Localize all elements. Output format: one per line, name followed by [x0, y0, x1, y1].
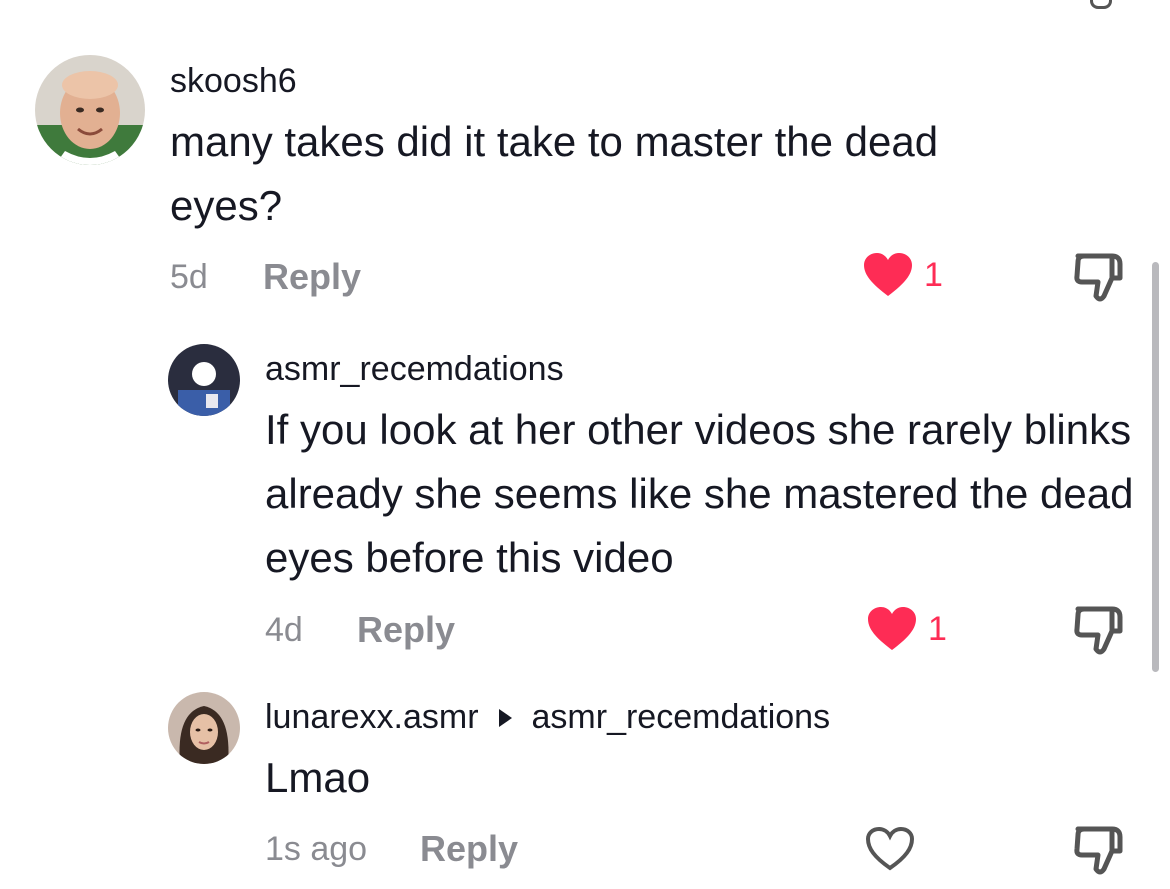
scrollbar[interactable] — [1152, 262, 1159, 672]
like-button[interactable]: 1 — [866, 606, 947, 652]
comment-text: Lmao — [265, 754, 371, 801]
comment-text: If you look at her other videos she rare… — [265, 406, 1134, 581]
reply-button[interactable]: Reply — [420, 828, 518, 870]
like-button[interactable] — [864, 826, 916, 872]
avatar-image — [168, 344, 240, 416]
reply-button[interactable]: Reply — [263, 256, 361, 298]
dislike-button[interactable] — [1072, 250, 1128, 306]
dislike-button[interactable] — [1072, 823, 1128, 879]
heart-icon — [864, 253, 912, 296]
like-button[interactable]: 1 — [862, 252, 943, 298]
comment-timestamp: 1s ago — [265, 830, 368, 868]
thumbs-down-icon — [1074, 253, 1123, 302]
heart-icon — [868, 607, 916, 650]
thumbs-down-icon — [1074, 826, 1123, 875]
comment-username[interactable]: asmr_recemdations — [265, 350, 564, 389]
avatar[interactable] — [168, 344, 240, 416]
thumbs-down-icon — [1074, 606, 1123, 655]
avatar[interactable] — [35, 55, 145, 165]
like-count: 1 — [928, 609, 947, 648]
comment-text: many takes did it take to master the dea… — [170, 118, 939, 229]
comment-timestamp: 5d — [170, 258, 208, 296]
avatar-image — [35, 55, 145, 165]
comment-username[interactable]: skoosh6 — [170, 62, 297, 101]
comment-timestamp: 4d — [265, 611, 303, 649]
reply-to-username[interactable]: asmr_recemdations — [532, 698, 831, 737]
like-count: 1 — [924, 255, 943, 294]
avatar[interactable] — [168, 692, 240, 764]
partial-icon — [1090, 0, 1112, 9]
triangle-right-icon — [498, 708, 512, 727]
dislike-button[interactable] — [1072, 603, 1128, 659]
avatar-image — [168, 692, 240, 764]
heart-outline-icon — [865, 826, 915, 871]
comment-username[interactable]: lunarexx.asmr — [265, 698, 479, 737]
comment-username-row: lunarexx.asmr asmr_recemdations — [265, 698, 830, 737]
reply-button[interactable]: Reply — [357, 609, 455, 651]
